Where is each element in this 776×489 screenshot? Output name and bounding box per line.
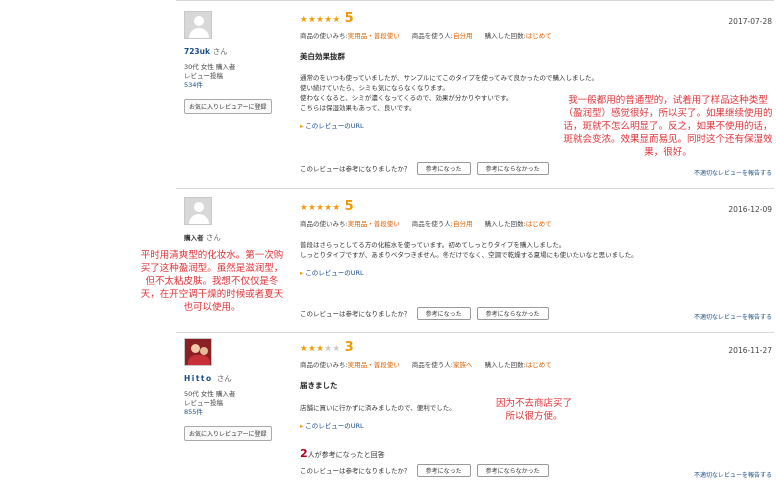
rating-stars: ★★★★★ xyxy=(300,15,341,25)
reviewer-info: Hitto さん 50代 女性 購入者 レビュー投稿 855件 お気に入りレビュ… xyxy=(184,338,288,441)
review-post-label: レビュー投稿 xyxy=(184,72,223,80)
reviewer-name[interactable]: 723uk xyxy=(184,47,210,56)
review-title: 届きました xyxy=(300,381,338,390)
review-attributes: 商品の使いみち:実用品・普段使い 商品を使う人:自分用 購入した回数:はじめて xyxy=(300,220,552,228)
review-attributes: 商品の使いみち:実用品・普段使い 商品を使う人:家族へ 購入した回数:はじめて xyxy=(300,361,552,369)
rating-score: 5 xyxy=(344,11,354,26)
review-title: 美白効果抜群 xyxy=(300,52,345,61)
reviewer-name[interactable]: Hitto xyxy=(184,374,213,383)
reviewer-info: 購入者 さん xyxy=(184,197,288,243)
annotation-translation-1: 我一般都用的普通型的，试着用了样品这种类型（盈润型）感觉很好，所以买了。如果继续… xyxy=(563,95,773,158)
review-date: 2016-11-27 xyxy=(728,346,772,355)
helpful-section: このレビューは参考になりましたか？ 参考になった 参考にならなかった xyxy=(300,464,549,477)
review-body: 普段はさらっとしてる方の化粧水を使っています。初めてしっとりタイプを購入しました… xyxy=(300,241,638,259)
helpful-no-button[interactable]: 参考にならなかった xyxy=(476,162,549,175)
review-content: ★★★★★ 5 2016-12-09 商品の使いみち:実用品・普段使い 商品を使う… xyxy=(300,199,772,321)
reviewer-demographic: 50代 女性 購入者 xyxy=(184,390,236,398)
review-post-label: レビュー投稿 xyxy=(184,399,223,407)
review-date: 2016-12-09 xyxy=(728,205,772,214)
helpful-yes-button[interactable]: 参考になった xyxy=(416,307,471,320)
avatar xyxy=(184,11,212,39)
rating-score: 5 xyxy=(344,199,354,214)
honorific: さん xyxy=(212,47,228,56)
report-link[interactable]: 不適切なレビューを報告する xyxy=(694,312,772,321)
triangle-icon: ▸ xyxy=(300,122,304,130)
review-date: 2017-07-28 xyxy=(728,17,772,26)
rating-stars: ★★★★★ xyxy=(300,203,341,213)
review-url-link[interactable]: ▸ このレビューのURL xyxy=(300,267,772,277)
report-link[interactable]: 不適切なレビューを報告する xyxy=(694,168,772,177)
report-link[interactable]: 不適切なレビューを報告する xyxy=(694,470,772,479)
annotation-translation-2: 平时用清爽型的化妆水。第一次购买了这种盈润型。虽然是滋润型，但不太粘皮肤。我想不… xyxy=(140,250,284,313)
review-count-link[interactable]: 534件 xyxy=(184,81,288,90)
helpful-section: このレビューは参考になりましたか？ 参考になった 参考にならなかった xyxy=(300,162,549,175)
helpful-yes-button[interactable]: 参考になった xyxy=(416,464,471,477)
favorite-reviewer-button[interactable]: お気に入りレビュアーに登録 xyxy=(184,426,272,441)
rating-score: 3 xyxy=(344,340,354,355)
helpful-yes-button[interactable]: 参考になった xyxy=(416,162,471,175)
triangle-icon: ▸ xyxy=(300,422,304,430)
rating-stars: ★★★★★ xyxy=(300,344,341,354)
avatar xyxy=(184,197,212,225)
annotation-translation-3: 因为不去商店买了所以很方便。 xyxy=(495,398,572,422)
review-3: Hitto さん 50代 女性 購入者 レビュー投稿 855件 お気に入りレビュ… xyxy=(176,332,774,489)
review-count-link[interactable]: 855件 xyxy=(184,408,288,417)
reviewer-name: 購入者 xyxy=(184,234,204,242)
helpful-no-button[interactable]: 参考にならなかった xyxy=(476,464,549,477)
helpful-count: 2人が参考になったと回答 xyxy=(300,447,385,460)
reviewer-info: 723uk さん 30代 女性 購入者 レビュー投稿 534件 お気に入りレビュ… xyxy=(184,11,288,114)
helpful-no-button[interactable]: 参考にならなかった xyxy=(476,307,549,320)
reviewer-demographic: 30代 女性 購入者 xyxy=(184,63,236,71)
review-attributes: 商品の使いみち:実用品・普段使い 商品を使う人:自分用 購入した回数:はじめて xyxy=(300,32,552,40)
helpful-section: このレビューは参考になりましたか？ 参考になった 参考にならなかった xyxy=(300,307,549,320)
favorite-reviewer-button[interactable]: お気に入りレビュアーに登録 xyxy=(184,99,272,114)
avatar xyxy=(184,338,212,366)
triangle-icon: ▸ xyxy=(300,269,304,277)
